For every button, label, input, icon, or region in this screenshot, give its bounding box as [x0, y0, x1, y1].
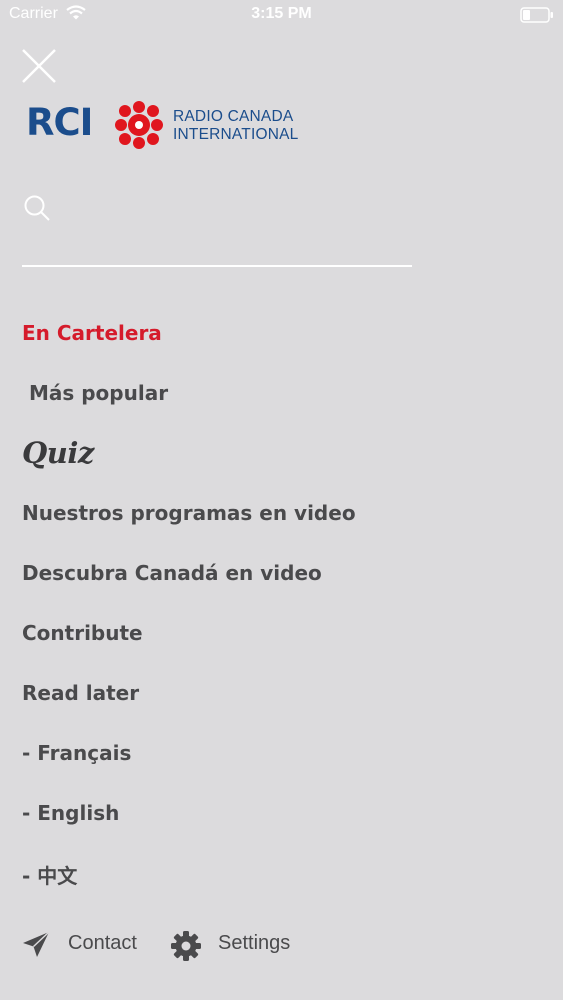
rci-logo: RCI RADIO CANADA INTERNATIONAL: [26, 100, 299, 152]
cbc-gem-icon: [115, 101, 163, 149]
menu-item-english[interactable]: - English: [22, 801, 119, 825]
search-underline: [22, 265, 412, 267]
menu-item-descubra-canada[interactable]: Descubra Canadá en video: [22, 561, 322, 585]
menu-item-chinese[interactable]: - 中文: [22, 860, 77, 889]
close-icon: [22, 49, 56, 83]
status-time: 3:15 PM: [251, 5, 312, 22]
menu-item-en-cartelera[interactable]: En Cartelera: [22, 321, 162, 345]
menu-item-francais[interactable]: - Français: [22, 741, 131, 765]
menu-item-mas-popular[interactable]: Más popular: [22, 381, 168, 405]
close-button[interactable]: [21, 48, 57, 84]
search-input[interactable]: [62, 192, 411, 228]
menu-item-quiz[interactable]: Quiz: [22, 436, 94, 470]
gear-icon: [171, 931, 201, 961]
settings-button[interactable]: Settings: [171, 928, 301, 962]
logo-abbr: RCI: [26, 101, 93, 144]
logo-line-radio-canada: RADIO CANADA: [173, 108, 294, 125]
contact-button[interactable]: Contact: [22, 928, 147, 962]
send-icon: [23, 931, 50, 957]
search-icon[interactable]: [23, 194, 51, 222]
menu-item-contribute[interactable]: Contribute: [22, 621, 143, 645]
contact-label: Contact: [68, 932, 137, 954]
menu-item-nuestros-programas[interactable]: Nuestros programas en video: [22, 501, 356, 525]
status-bar: Carrier 3:15 PM: [0, 0, 563, 30]
battery-icon: [520, 7, 554, 28]
menu-item-read-later[interactable]: Read later: [22, 681, 139, 705]
logo-line-international: INTERNATIONAL: [173, 126, 299, 143]
settings-label: Settings: [218, 932, 291, 954]
